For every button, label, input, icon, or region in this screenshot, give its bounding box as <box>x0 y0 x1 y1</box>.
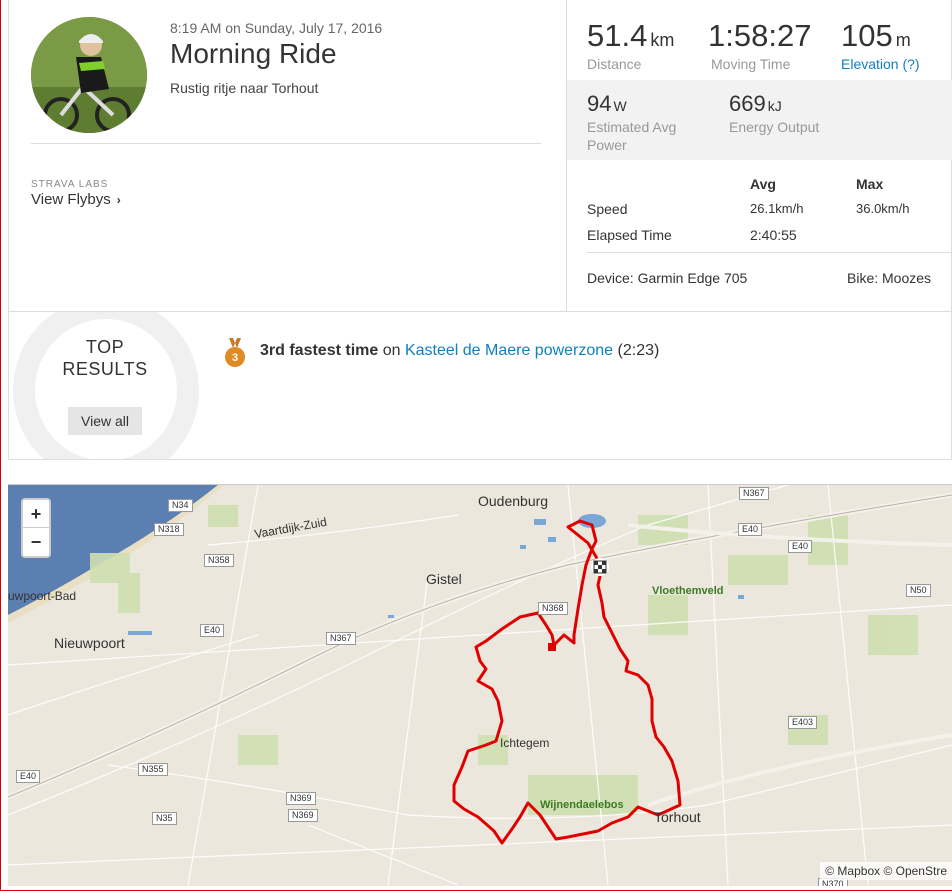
place-vloethemveld: Vloethemveld <box>652 585 724 597</box>
zoom-control: + − <box>21 498 51 558</box>
zoom-out-button[interactable]: − <box>23 528 49 556</box>
place-nieuwpoort-bad: uwpoort-Bad <box>8 589 77 603</box>
energy-unit: kJ <box>767 98 782 114</box>
road-n358: N358 <box>204 554 234 567</box>
bike-info: Bike: Moozes <box>847 270 932 286</box>
place-wijnendaelebos: Wijnendaelebos <box>540 799 624 811</box>
athlete-avatar[interactable] <box>31 17 147 133</box>
speed-avg: 26.1km/h <box>750 201 804 216</box>
stats-panel: 51.4 km Distance 1:58:27 Moving Time 105 m… <box>566 0 952 312</box>
moving-time-label: Moving Time <box>711 56 791 72</box>
road-e40: E40 <box>200 624 225 637</box>
power-label-line-2: Power <box>587 137 627 153</box>
laurel-wreath-icon <box>13 312 199 459</box>
moving-time-value: 1:58:27 <box>708 18 812 53</box>
distance-value: 51.4 <box>587 18 648 53</box>
view-flybys-link[interactable]: View Flybys › <box>31 191 121 208</box>
road-n367: N367 <box>739 487 769 500</box>
elevation-help-link[interactable]: Elevation (?) <box>841 56 920 72</box>
top-results-line-2: RESULTS <box>62 359 148 379</box>
power-unit: W <box>613 98 627 114</box>
map-attribution[interactable]: © Mapbox © OpenStre <box>820 862 952 880</box>
elapsed-time-value: 2:40:55 <box>750 227 797 243</box>
top-results-title: TOP RESULTS <box>53 336 157 380</box>
elevation-unit: m <box>895 30 911 50</box>
road-n367: N367 <box>326 632 356 645</box>
road-n369: N369 <box>288 809 318 822</box>
strava-labs-label: STRAVA LABS <box>31 179 109 190</box>
road-e40: E40 <box>738 523 763 536</box>
zoom-in-button[interactable]: + <box>23 500 49 528</box>
chevron-right-icon: › <box>116 193 121 207</box>
stat-energy: 669 kJ Energy Output <box>729 91 819 135</box>
road-n35: N35 <box>152 812 177 825</box>
device-info: Device: Garmin Edge 705 <box>587 270 748 286</box>
bronze-medal-icon: 3 <box>225 338 245 367</box>
road-e403: E403 <box>788 716 818 729</box>
road-n369: N369 <box>286 792 316 805</box>
place-oudenburg: Oudenburg <box>478 493 549 509</box>
road-n50: N50 <box>906 584 931 597</box>
route-map[interactable]: Oudenburg Gistel Nieuwpoort uwpoort-Bad … <box>8 484 952 886</box>
top-results-line-1: TOP <box>85 337 125 357</box>
view-flybys-label: View Flybys <box>31 191 111 208</box>
achievement-rank: 3rd fastest time <box>260 342 379 359</box>
distance-unit: km <box>650 30 675 50</box>
col-max: Max <box>856 176 884 192</box>
segment-link[interactable]: Kasteel de Maere powerzone <box>405 342 613 359</box>
activity-description: Rustig ritje naar Torhout <box>170 80 319 96</box>
speed-label: Speed <box>587 201 628 217</box>
road-e40: E40 <box>788 540 813 553</box>
distance-label: Distance <box>587 56 642 72</box>
energy-label: Energy Output <box>729 119 820 135</box>
activity-title: Morning Ride <box>170 38 337 69</box>
speed-max: 36.0km/h <box>856 201 910 216</box>
primary-stats: 51.4 km Distance 1:58:27 Moving Time 105 m… <box>567 0 952 80</box>
top-results-section: TOP RESULTS View all 3 3rd fastest time … <box>8 312 952 460</box>
secondary-stats: 94 W Estimated Avg Power 669 kJ Energy Out… <box>567 80 952 160</box>
achievement-on: on <box>378 342 405 359</box>
activity-header: 8:19 AM on Sunday, July 17, 2016 Morning… <box>8 0 952 312</box>
road-n318: N318 <box>154 523 184 536</box>
stat-distance: 51.4 km Distance <box>587 18 674 72</box>
road-n355: N355 <box>138 763 168 776</box>
stat-power: 94 W Estimated Avg Power <box>587 91 676 153</box>
elevation-value: 105 <box>841 18 893 53</box>
divider <box>31 143 541 144</box>
power-label-line-1: Estimated Avg <box>587 119 677 135</box>
finish-flag-icon <box>593 560 607 574</box>
stat-elevation: 105 m Elevation (?) <box>841 18 920 72</box>
energy-value: 669 <box>729 91 766 116</box>
achievement-text: 3rd fastest time on Kasteel de Maere pow… <box>260 342 659 360</box>
elapsed-time-label: Elapsed Time <box>587 227 672 243</box>
road-n34: N34 <box>168 499 193 512</box>
road-n368: N368 <box>538 602 568 615</box>
place-gistel: Gistel <box>426 571 462 587</box>
stat-moving-time: 1:58:27 Moving Time <box>708 18 811 72</box>
power-value: 94 <box>587 91 612 116</box>
place-ichtegem: Ichtegem <box>500 736 550 750</box>
divider <box>587 252 952 253</box>
activity-timestamp: 8:19 AM on Sunday, July 17, 2016 <box>170 20 383 36</box>
segment-time: (2:23) <box>613 342 660 359</box>
place-nieuwpoort: Nieuwpoort <box>54 635 125 651</box>
view-all-button[interactable]: View all <box>68 407 142 435</box>
road-e40: E40 <box>16 770 41 783</box>
medal-number: 3 <box>232 352 238 364</box>
place-torhout: Torhout <box>654 809 701 825</box>
col-avg: Avg <box>750 176 776 192</box>
